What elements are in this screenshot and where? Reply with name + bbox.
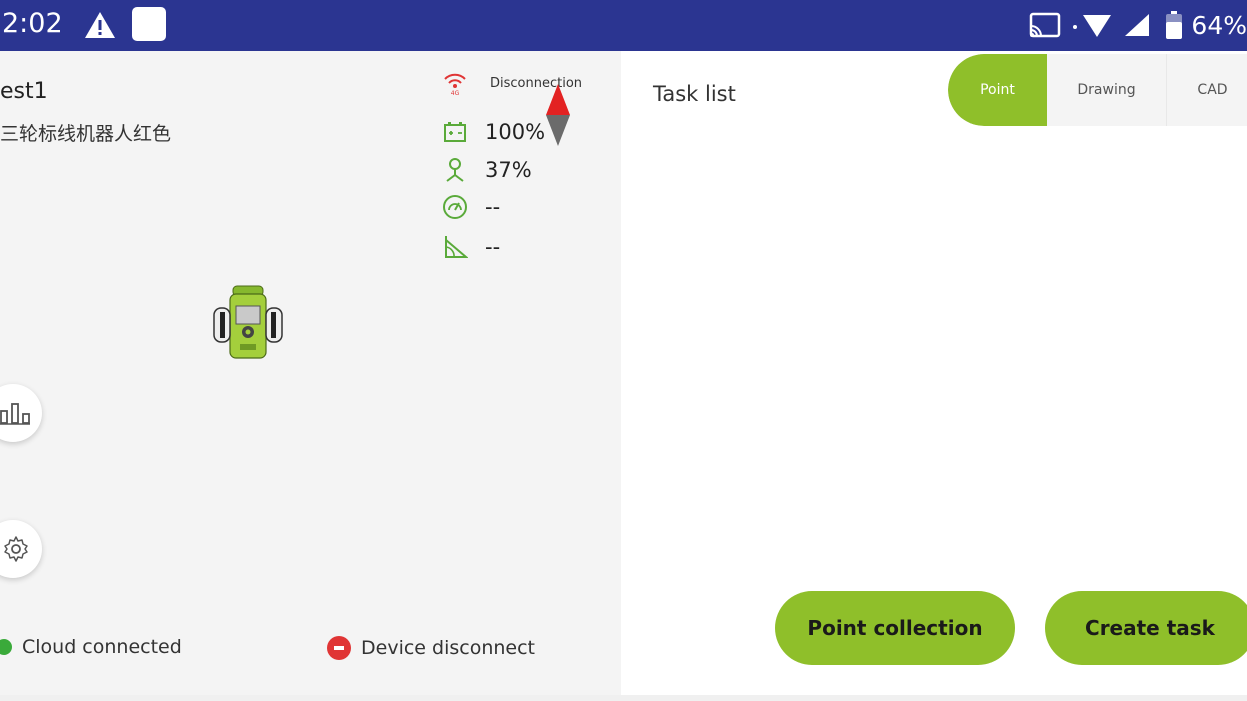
status-time: 2:02 — [2, 8, 63, 39]
device-panel: est1 三轮标线机器人红色 4G Disconnection 100% 37%… — [0, 51, 621, 695]
create-task-button[interactable]: Create task — [1045, 591, 1247, 665]
cast-icon — [1030, 12, 1061, 38]
bar-chart-icon — [0, 403, 30, 425]
tab-point[interactable]: Point — [948, 54, 1047, 126]
angle-icon — [441, 233, 469, 261]
satellite-row: 37% — [441, 156, 532, 184]
cloud-status: Cloud connected — [0, 636, 182, 658]
bottom-strip — [0, 695, 1247, 701]
device-description: 三轮标线机器人红色 — [0, 123, 172, 145]
cloud-connected-icon — [0, 639, 12, 655]
device-status-text: Device disconnect — [361, 637, 535, 659]
tab-drawing[interactable]: Drawing — [1047, 54, 1167, 126]
app-icon — [132, 7, 166, 41]
task-list-title: Task list — [653, 82, 736, 106]
device-name: est1 — [0, 79, 48, 104]
gear-icon — [4, 536, 28, 562]
task-panel: Task list Point Drawing CAD Point collec… — [621, 51, 1247, 695]
satellite-icon — [441, 156, 469, 184]
battery-row: 100% — [441, 118, 545, 146]
device-disconnect-icon — [327, 636, 351, 660]
settings-button[interactable] — [0, 520, 42, 578]
signal-4g-icon: 4G — [441, 69, 469, 97]
statistics-button[interactable] — [0, 384, 42, 442]
angle-value: -- — [485, 235, 501, 259]
tab-cad[interactable]: CAD — [1167, 54, 1247, 126]
battery-icon — [1166, 11, 1183, 39]
speed-row: -- — [441, 193, 500, 221]
angle-row: -- — [441, 233, 500, 261]
task-type-tabs: Point Drawing CAD — [948, 54, 1247, 126]
cloud-status-text: Cloud connected — [22, 636, 182, 658]
connection-row: 4G — [441, 69, 469, 97]
robot-marker-icon[interactable] — [212, 284, 284, 362]
battery-percentage: 64% — [1191, 10, 1247, 40]
device-status: Device disconnect — [327, 636, 535, 660]
battery-value: 100% — [485, 120, 546, 144]
speedometer-icon — [441, 193, 469, 221]
svg-text:4G: 4G — [451, 90, 460, 96]
wifi-icon — [1073, 15, 1112, 37]
speed-value: -- — [485, 195, 501, 219]
alert-icon — [85, 12, 115, 38]
point-collection-button[interactable]: Point collection — [775, 591, 1015, 665]
signal-icon — [1125, 14, 1150, 36]
battery-status-icon — [441, 118, 469, 146]
compass-icon — [546, 84, 570, 146]
status-bar: 2:02 64% — [0, 0, 1247, 51]
satellite-value: 37% — [485, 158, 532, 182]
